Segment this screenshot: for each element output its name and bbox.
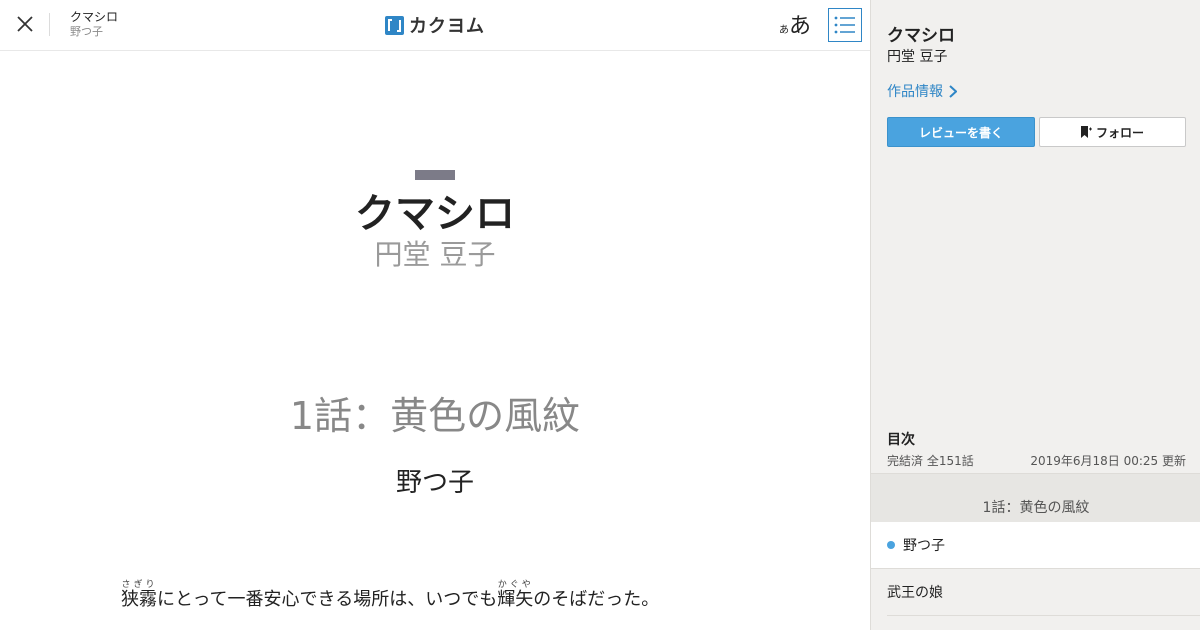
font-size-large-glyph: あ [789,14,812,39]
novel-author: 円堂 豆子 [374,238,496,271]
work-mini-title[interactable]: クマシロ [70,10,118,24]
reader-pane: クマシロ 野つ子 カクヨム あ あ クマシロ 円堂 豆子 1話：黄色の風紋 野つ… [0,0,870,630]
name-sagiri: 狭霧 [121,589,157,610]
sidebar-work-title[interactable]: クマシロ [887,21,955,46]
body-segment-2: のそばだった。 [533,589,660,610]
list-icon [834,16,855,34]
completion-status: 完結済 全151話 [887,454,974,468]
font-size-button[interactable]: あ あ [776,8,816,40]
sidebar: クマシロ 円堂 豆子 作品情報 レビューを書く フォロー 目次 完結済 全151… [870,0,1200,630]
toc-item[interactable]: 武王の娘 [887,569,1200,616]
work-mini-info[interactable]: クマシロ 野つ子 [70,10,118,39]
bookmark-plus-icon [1080,126,1092,138]
work-mini-author: 野つ子 [70,25,103,39]
divider [49,13,50,36]
toc-item-label: 武王の娘 [887,585,943,601]
name-kaguya: 輝矢 [497,589,534,610]
body-segment-1: にとって一番安心できる場所は、いつでも [157,589,498,610]
ruby-name-sagiri: 狭霧さぎり [121,580,157,610]
title-block: クマシロ 円堂 豆子 [0,170,870,271]
reading-kaguya: かぐや [497,580,534,590]
toc-chapter-heading: 1話：黄色の風紋 [871,474,1200,522]
font-size-small-glyph: あ [779,25,789,36]
current-episode-dot-icon [887,541,895,549]
body-paragraph: 狭霧さぎりにとって一番安心できる場所は、いつでも輝矢かぐやのそばだった。 [121,580,659,611]
top-bar: クマシロ 野つ子 カクヨム あ あ [0,0,870,51]
kakuyomu-logo[interactable]: カクヨム [385,13,485,37]
logo-text: カクヨム [409,16,485,37]
toc-toggle-button[interactable] [828,8,862,42]
follow-button[interactable]: フォロー [1039,117,1186,147]
close-button[interactable] [8,8,42,42]
follow-label: フォロー [1095,125,1144,140]
toc-meta: 完結済 全151話 2019年6月18日 00:25 更新 [887,452,1186,469]
updated-date: 2019年6月18日 00:25 更新 [1030,454,1186,468]
ruby-name-kaguya: 輝矢かぐや [497,580,534,610]
toc-item-label: 野つ子 [903,538,945,554]
reading-sagiri: さぎり [121,580,157,590]
novel-title: クマシロ [355,191,515,237]
sidebar-work-author[interactable]: 円堂 豆子 [887,46,947,66]
chevron-right-icon [949,84,957,98]
write-review-label: レビューを書く [918,125,1003,140]
toc-heading: 目次 [887,432,915,448]
toc-list: 1話：黄色の風紋 野つ子 武王の娘 [871,473,1200,616]
close-icon [17,16,33,32]
toc-item-current[interactable]: 野つ子 [871,522,1200,569]
work-info-link[interactable]: 作品情報 [887,81,957,101]
title-decoration-bar [415,170,455,180]
write-review-button[interactable]: レビューを書く [887,117,1035,147]
chapter-subtitle: 野つ子 [395,468,474,498]
work-info-label: 作品情報 [887,84,943,100]
episode-heading: 1話：黄色の風紋 [289,394,581,438]
logo-mark-icon [385,15,404,35]
